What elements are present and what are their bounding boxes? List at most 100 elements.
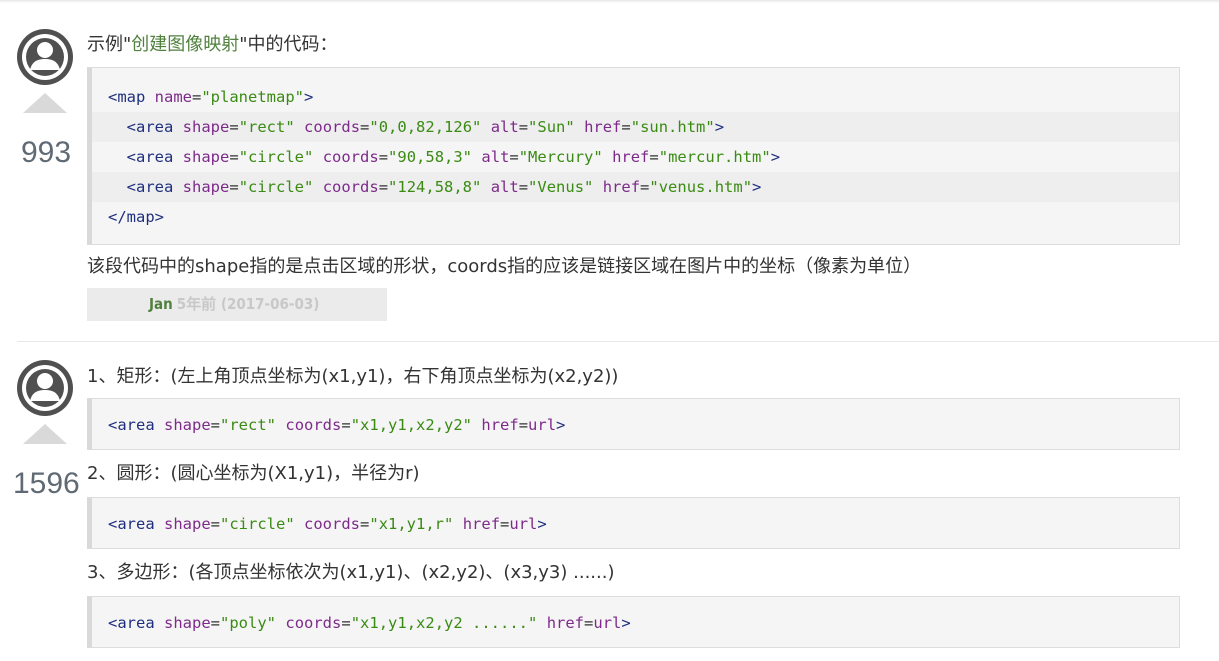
code-token: url bbox=[509, 515, 538, 533]
code-token: = bbox=[210, 614, 221, 632]
code-line: <area shape="circle" coords="x1,y1,r" hr… bbox=[92, 509, 1179, 539]
code-token: > bbox=[304, 88, 314, 106]
shape-item-text: 2、圆形：(圆心坐标为(X1,y1)，半径为r) bbox=[87, 463, 420, 484]
code-line: <area shape="rect" coords="x1,y1,x2,y2" … bbox=[92, 410, 1179, 440]
code-token: "rect" bbox=[238, 118, 295, 136]
code-token: = bbox=[360, 515, 370, 533]
note-content: 示例"创建图像映射"中的代码： <map name="planetmap"> <… bbox=[87, 33, 1180, 321]
code-token: = bbox=[649, 148, 659, 166]
code-block: <area shape="poly" coords="x1,y1,x2,y2 .… bbox=[87, 596, 1180, 648]
code-token: = bbox=[621, 118, 631, 136]
code-token: coords bbox=[304, 515, 361, 533]
code-token: url bbox=[528, 416, 557, 434]
code-token: = bbox=[229, 148, 239, 166]
code-token: "Sun" bbox=[528, 118, 575, 136]
code-token: "sun.htm" bbox=[630, 118, 715, 136]
code-line: <area shape="circle" coords="90,58,3" al… bbox=[92, 142, 1179, 172]
code-token: alt bbox=[481, 148, 510, 166]
code-token: "124,58,8" bbox=[388, 178, 482, 196]
code-token: > bbox=[770, 148, 781, 166]
code-token: href bbox=[612, 148, 650, 166]
code-token: = bbox=[640, 178, 650, 196]
code-token: href bbox=[462, 515, 501, 533]
note-author[interactable]: Jan bbox=[149, 295, 173, 313]
code-token: "rect" bbox=[220, 416, 277, 434]
user-avatar-icon bbox=[17, 360, 73, 416]
code-token: = bbox=[341, 416, 351, 434]
code-token: > bbox=[752, 178, 762, 196]
code-token: > bbox=[537, 515, 547, 533]
code-token: <area bbox=[108, 515, 164, 533]
code-token: > bbox=[621, 614, 631, 632]
code-token: = bbox=[192, 88, 202, 106]
code-token: "poly" bbox=[220, 614, 277, 632]
upvote-triangle-icon[interactable] bbox=[23, 93, 67, 113]
code-token: href bbox=[546, 614, 585, 632]
vote-count: 1596 bbox=[13, 467, 80, 500]
code-token: > bbox=[714, 118, 725, 136]
code-token: href bbox=[481, 416, 519, 434]
code-token: coords bbox=[322, 178, 379, 196]
code-token: "circle" bbox=[238, 178, 314, 196]
code-token: coords bbox=[304, 118, 361, 136]
code-token: href bbox=[602, 178, 641, 196]
code-token: "Mercury" bbox=[518, 148, 603, 166]
intro-link[interactable]: 创建图像映射 bbox=[131, 34, 239, 55]
code-token: = bbox=[210, 515, 221, 533]
code-token: "Venus" bbox=[528, 178, 594, 196]
code-token: "circle" bbox=[238, 148, 314, 166]
note-intro: 示例"创建图像映射"中的代码： bbox=[87, 33, 1180, 57]
code-token: <area bbox=[126, 118, 183, 136]
code-token: href bbox=[584, 118, 622, 136]
code-token: coords bbox=[285, 416, 342, 434]
code-token: alt bbox=[490, 178, 519, 196]
code-token: "x1,y1,x2,y2 ......" bbox=[350, 614, 538, 632]
shape-item-text: 1、矩形：(左上角顶点坐标为(x1,y1)，右下角顶点坐标为(x2,y2)) bbox=[87, 366, 619, 387]
vote-count: 993 bbox=[20, 136, 72, 169]
code-token: shape bbox=[164, 416, 211, 434]
code-token: = bbox=[229, 178, 239, 196]
code-token: <area bbox=[126, 148, 183, 166]
code-token: shape bbox=[182, 148, 230, 166]
code-token: "planetmap" bbox=[201, 88, 304, 106]
code-token: alt bbox=[490, 118, 519, 136]
code-line: <area shape="rect" coords="0,0,82,126" a… bbox=[92, 112, 1179, 142]
intro-prefix: 示例" bbox=[87, 34, 132, 55]
code-line: </map> bbox=[92, 202, 1179, 232]
code-token: = bbox=[210, 416, 221, 434]
code-token: > bbox=[556, 416, 566, 434]
note-content: 1、矩形：(左上角顶点坐标为(x1,y1)，右下角顶点坐标为(x2,y2)) <… bbox=[87, 365, 1180, 648]
upvote-triangle-icon[interactable] bbox=[23, 424, 67, 444]
code-token: = bbox=[518, 178, 529, 196]
code-token: = bbox=[509, 148, 519, 166]
code-token: shape bbox=[164, 614, 211, 632]
code-token: = bbox=[500, 515, 510, 533]
note-item: 1596 1、矩形：(左上角顶点坐标为(x1,y1)，右下角顶点坐标为(x2,y… bbox=[0, 343, 1219, 661]
code-block: <area shape="rect" coords="x1,y1,x2,y2" … bbox=[87, 398, 1180, 450]
shape-item-text: 3、多边形：(各顶点坐标依次为(x1,y1)、(x2,y2)、(x3,y3) .… bbox=[87, 562, 615, 583]
note-time: 5年前 (2017-06-03) bbox=[176, 295, 320, 313]
code-line: <area shape="poly" coords="x1,y1,x2,y2 .… bbox=[92, 608, 1179, 638]
code-line: <area shape="circle" coords="124,58,8" a… bbox=[92, 172, 1179, 202]
code-token: = bbox=[378, 178, 389, 196]
code-token: coords bbox=[322, 148, 379, 166]
code-token: = bbox=[360, 118, 370, 136]
code-token: "x1,y1,x2,y2" bbox=[350, 416, 473, 434]
code-token: "x1,y1,r" bbox=[369, 515, 454, 533]
code-token: coords bbox=[285, 614, 342, 632]
code-token: "90,58,3" bbox=[388, 148, 473, 166]
code-token: <area bbox=[108, 416, 164, 434]
note-explanation: 该段代码中的shape指的是点击区域的形状，coords指的应该是链接区域在图片… bbox=[87, 256, 922, 277]
